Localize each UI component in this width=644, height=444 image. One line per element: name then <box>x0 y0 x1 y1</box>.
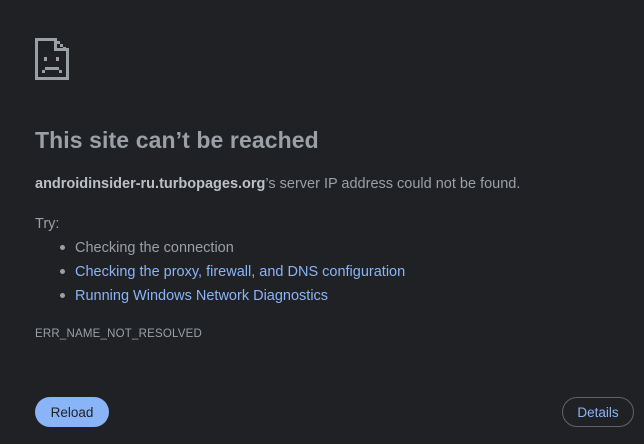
bullet <box>60 245 65 250</box>
bullet <box>60 293 65 298</box>
suggestion-check-connection: Checking the connection <box>75 240 234 256</box>
details-button[interactable]: Details <box>562 397 634 427</box>
error-code: ERR_NAME_NOT_RESOLVED <box>35 328 202 340</box>
suggestion-network-diagnostics-link[interactable]: Running Windows Network Diagnostics <box>75 288 328 304</box>
list-item: Running Windows Network Diagnostics <box>35 286 405 310</box>
try-label: Try: <box>35 216 60 232</box>
list-item: Checking the connection <box>35 238 405 262</box>
error-message-text: ’s server IP address could not be found. <box>265 176 521 192</box>
reload-button[interactable]: Reload <box>35 397 109 427</box>
error-page: This site can’t be reached androidinside… <box>0 0 644 444</box>
error-message: androidinsider-ru.turbopages.org’s serve… <box>35 176 520 192</box>
suggestion-proxy-firewall-dns-link[interactable]: Checking the proxy, firewall, and DNS co… <box>75 264 405 280</box>
host-name: androidinsider-ru.turbopages.org <box>35 176 266 192</box>
list-item: Checking the proxy, firewall, and DNS co… <box>35 262 405 286</box>
sad-document-icon <box>35 38 69 80</box>
suggestions-list: Checking the connection Checking the pro… <box>35 238 405 310</box>
page-title: This site can’t be reached <box>35 127 319 153</box>
bullet <box>60 269 65 274</box>
